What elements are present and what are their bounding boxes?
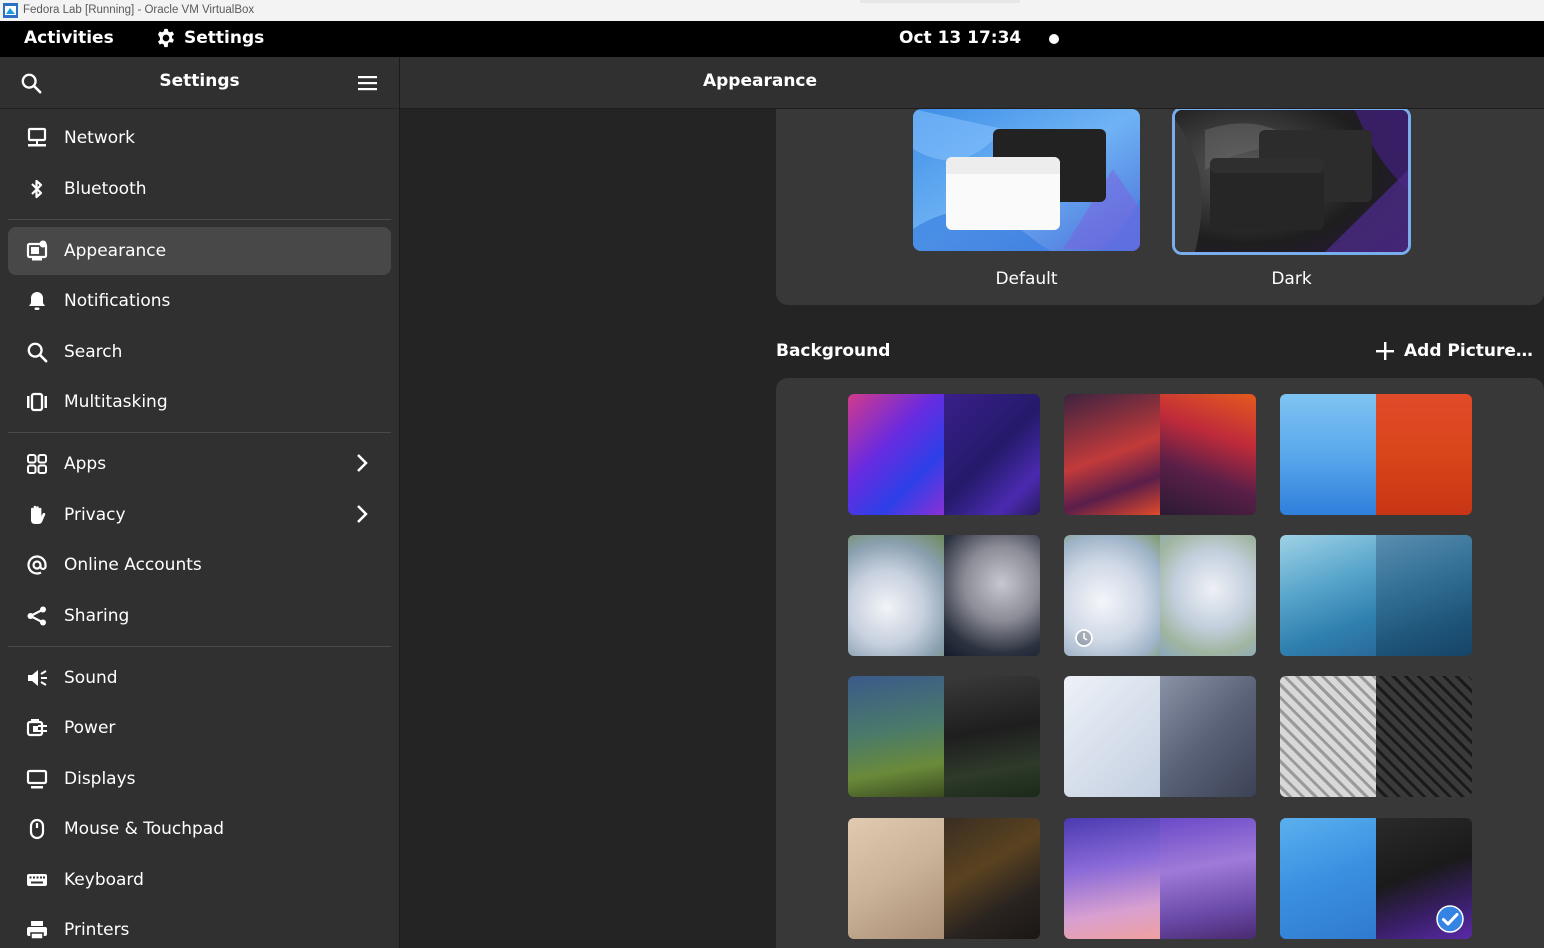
sidebar-item-multitasking[interactable]: Multitasking [8, 378, 391, 426]
search-icon [25, 340, 49, 364]
app-menu-button[interactable]: Settings [156, 28, 264, 48]
add-picture-button[interactable]: Add Picture… [1375, 341, 1533, 361]
sidebar-item-mouse-touchpad[interactable]: Mouse & Touchpad [8, 805, 391, 853]
gear-icon [158, 28, 174, 48]
sidebar-item-network[interactable]: Network [8, 114, 391, 162]
selected-checkmark-icon [1436, 905, 1464, 933]
sidebar-item-sharing[interactable]: Sharing [8, 592, 391, 640]
gnome-top-bar: Activities Settings Oct 13 17:34 [0, 21, 1544, 57]
wallpaper-thumbnail[interactable] [848, 394, 1040, 515]
printer-icon [25, 918, 49, 942]
style-dark-label[interactable]: Dark [1172, 269, 1411, 289]
sidebar-item-apps[interactable]: Apps [8, 440, 391, 488]
sidebar-item-label: Keyboard [64, 869, 144, 890]
sidebar-item-label: Network [64, 128, 135, 148]
sidebar-divider [8, 432, 391, 433]
clock-button[interactable]: Oct 13 17:34 [899, 28, 1021, 48]
wallpaper-thumbnail[interactable] [1280, 676, 1472, 797]
sidebar-title: Settings [159, 71, 240, 91]
sidebar-item-label: Apps [64, 454, 107, 474]
sidebar-item-power[interactable]: Power [8, 704, 391, 752]
network-icon [25, 126, 49, 150]
sidebar-item-label: Multitasking [64, 392, 168, 412]
sidebar-divider [8, 218, 391, 220]
virtualbox-icon [3, 3, 18, 18]
sidebar-item-label: Sharing [64, 605, 130, 626]
sidebar-item-keyboard[interactable]: Keyboard [8, 856, 391, 904]
sidebar-item-label: Privacy [64, 504, 126, 525]
timed-wallpaper-clock-icon [1075, 629, 1093, 647]
wallpaper-thumbnail[interactable] [848, 535, 1040, 656]
activities-button[interactable]: Activities [24, 28, 114, 48]
sidebar-item-label: Notifications [64, 291, 171, 311]
sidebar-item-appearance[interactable]: Appearance [8, 226, 391, 275]
at-icon [25, 553, 49, 577]
wallpaper-thumbnail[interactable] [1064, 394, 1256, 515]
sidebar-item-displays[interactable]: Displays [8, 755, 391, 803]
main-header: Appearance [400, 57, 1544, 109]
sidebar-item-label: Sound [64, 667, 118, 688]
chevron-right-icon [357, 454, 368, 472]
wallpaper-thumbnail[interactable] [848, 818, 1040, 939]
sidebar-item-notifications[interactable]: Notifications [8, 277, 391, 325]
apps-icon [25, 452, 49, 476]
sidebar-item-label: Online Accounts [64, 555, 202, 575]
bell-icon [25, 289, 49, 313]
wallpaper-thumbnail[interactable] [848, 676, 1040, 797]
main-content: Default Dark Background Add Picture… App… [400, 57, 1544, 948]
hamburger-menu-icon[interactable] [357, 74, 378, 92]
wallpaper-thumbnail[interactable] [1064, 818, 1256, 939]
style-dark-thumbnail[interactable] [1172, 107, 1411, 255]
keyboard-icon [25, 868, 49, 892]
sidebar-item-label: Power [64, 718, 116, 738]
background-section-title: Background [776, 341, 891, 361]
sidebar-header: Settings [0, 57, 399, 109]
sidebar-item-printers[interactable]: Printers [8, 906, 391, 948]
sidebar-divider [8, 645, 391, 647]
style-default-label[interactable]: Default [913, 269, 1140, 289]
sidebar-item-label: Search [64, 341, 123, 362]
virtualbox-window-title: Fedora Lab [Running] - Oracle VM Virtual… [23, 4, 255, 16]
chevron-right-icon [357, 504, 368, 523]
multitasking-icon [25, 390, 49, 414]
sidebar-item-label: Bluetooth [64, 178, 147, 199]
sidebar-item-sound[interactable]: Sound [8, 654, 391, 702]
bluetooth-icon [25, 177, 49, 201]
virtualbox-title-indicator [860, 0, 1020, 3]
display-icon [25, 767, 49, 791]
virtualbox-title-bar: Fedora Lab [Running] - Oracle VM Virtual… [0, 0, 1544, 21]
sidebar-item-search[interactable]: Search [8, 328, 391, 376]
notification-dot-icon [1049, 34, 1059, 44]
sidebar-item-online-accounts[interactable]: Online Accounts [8, 541, 391, 589]
power-icon [25, 716, 49, 740]
style-default-thumbnail[interactable] [913, 109, 1140, 251]
page-title: Appearance [702, 71, 818, 91]
sidebar-item-privacy[interactable]: Privacy [8, 491, 391, 539]
wallpaper-thumbnail[interactable] [1064, 535, 1256, 656]
share-icon [25, 604, 49, 628]
speaker-icon [25, 666, 49, 690]
sidebar-item-label: Appearance [64, 240, 167, 261]
appearance-icon [25, 239, 49, 263]
app-menu-label: Settings [184, 28, 265, 48]
settings-sidebar: Settings Network Bluetooth Appearance No… [0, 57, 400, 948]
sidebar-item-label: Mouse & Touchpad [64, 819, 225, 839]
sidebar-list: Network Bluetooth Appearance Notificatio… [8, 114, 391, 948]
wallpaper-thumbnail[interactable] [1280, 818, 1472, 939]
add-picture-label: Add Picture… [1404, 341, 1533, 361]
mouse-icon [25, 817, 49, 841]
hand-icon [25, 503, 49, 527]
sidebar-item-label: Displays [64, 768, 136, 789]
sidebar-item-label: Printers [64, 920, 130, 940]
plus-icon [1376, 342, 1394, 360]
sidebar-item-bluetooth[interactable]: Bluetooth [8, 165, 391, 213]
wallpaper-thumbnail[interactable] [1064, 676, 1256, 797]
wallpaper-thumbnail[interactable] [1280, 394, 1472, 515]
wallpaper-thumbnail[interactable] [1280, 535, 1472, 656]
style-card [776, 97, 1544, 305]
